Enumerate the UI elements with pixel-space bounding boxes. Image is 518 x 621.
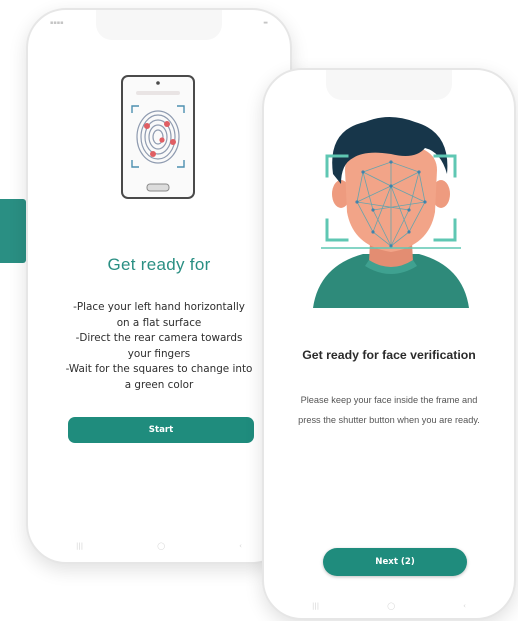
instruction-line: -Place your left hand horizontally [73, 301, 245, 313]
instruction-line: -Wait for the squares to change into [65, 363, 253, 375]
status-bar: ▪▪▪▪ ▬ [50, 20, 268, 30]
instruction-line: a green color [124, 378, 194, 391]
system-nav-bar: ||| ◯ ‹ [312, 602, 466, 610]
next-button[interactable]: Next (2) [323, 548, 467, 576]
instruction-line: your fingers [127, 347, 191, 360]
status-battery-icon: ▬ [263, 20, 268, 26]
fingerprint-instructions: -Place your left hand horizontally on a … [32, 300, 286, 393]
phone-notch [326, 70, 452, 100]
face-verification-icon [313, 117, 469, 308]
back-icon[interactable]: ‹ [239, 542, 242, 550]
face-verification-title: Get ready for face verification [302, 348, 476, 362]
body-line: press the shutter button when you are re… [298, 415, 480, 425]
status-signal-icon: ▪▪▪▪ [50, 20, 64, 26]
face-verification-body: Please keep your face inside the frame a… [268, 390, 510, 430]
system-nav-bar: ||| ◯ ‹ [76, 542, 242, 550]
home-icon[interactable]: ◯ [157, 542, 165, 550]
fingerprint-scan-phone-icon [121, 75, 195, 199]
fingerprint-title: Get ready for [107, 255, 211, 274]
phone-face-screen: Get ready for face verification Please k… [262, 68, 516, 620]
start-button[interactable]: Start [68, 417, 254, 443]
body-line: Please keep your face inside the frame a… [300, 395, 478, 405]
instruction-line: -Direct the rear camera towards [75, 332, 243, 344]
recent-apps-icon[interactable]: ||| [312, 602, 319, 610]
accent-tab [0, 199, 26, 263]
recent-apps-icon[interactable]: ||| [76, 542, 83, 550]
home-icon[interactable]: ◯ [387, 602, 395, 610]
phone-fingerprint-screen: ▪▪▪▪ ▬ Get ready for -Place your left ha… [26, 8, 292, 564]
instruction-line: on a flat surface [116, 316, 202, 329]
back-icon[interactable]: ‹ [463, 602, 466, 610]
